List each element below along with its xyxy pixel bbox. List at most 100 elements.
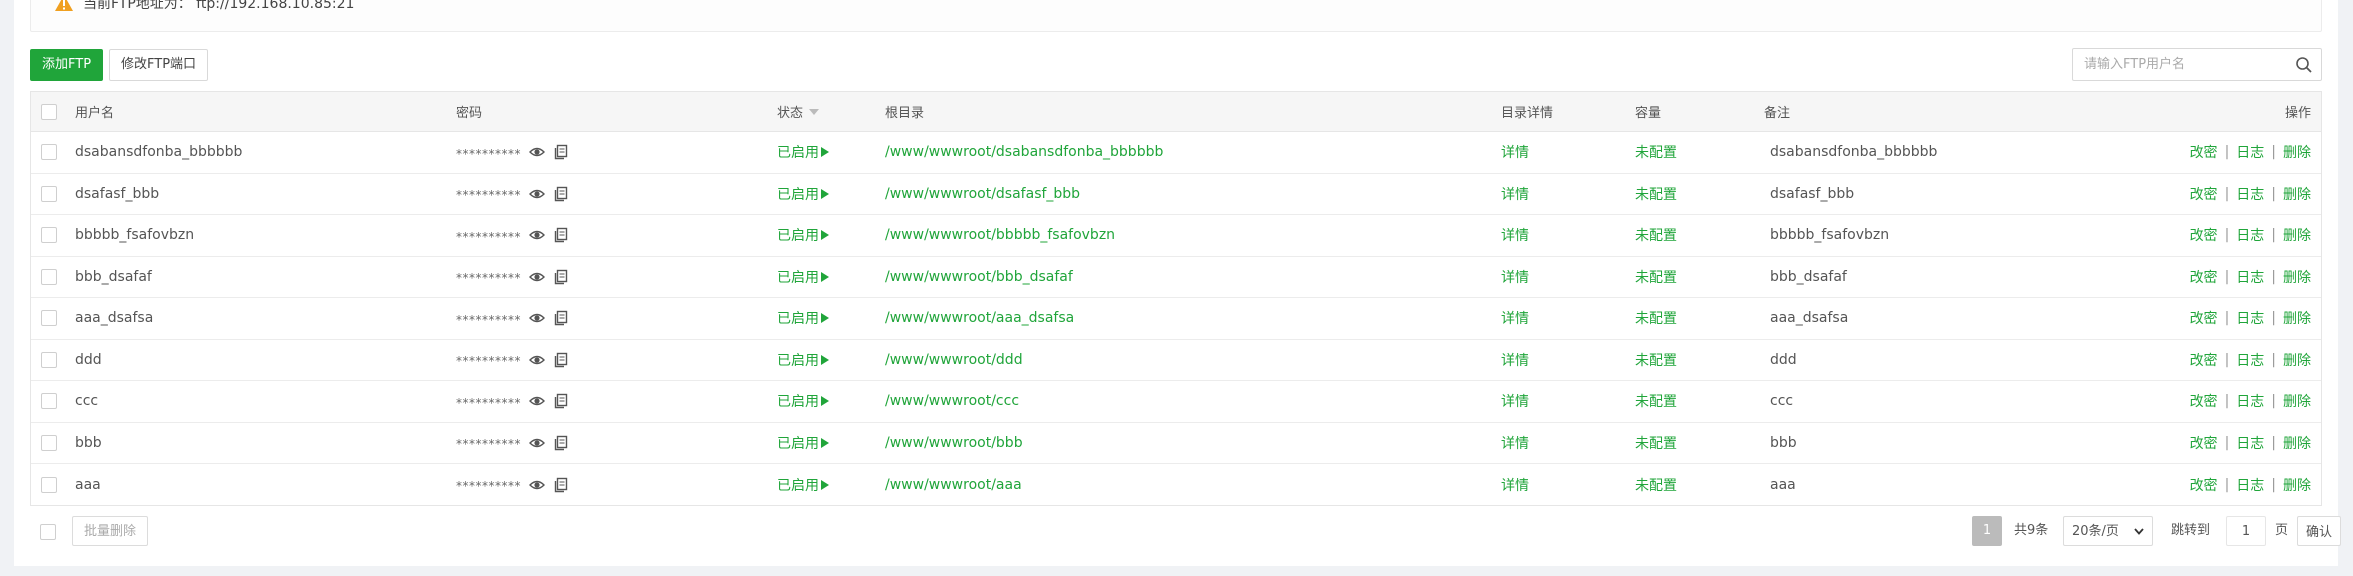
eye-icon[interactable] bbox=[529, 352, 545, 368]
goto-confirm-button[interactable]: 确认 bbox=[2297, 516, 2341, 546]
row-capacity-link[interactable]: 未配置 bbox=[1635, 298, 1677, 339]
row-capacity-link[interactable]: 未配置 bbox=[1635, 132, 1677, 173]
eye-icon[interactable] bbox=[529, 227, 545, 243]
copy-icon[interactable] bbox=[553, 227, 569, 243]
row-remark[interactable]: bbbbb_fsafovbzn bbox=[1770, 215, 1889, 256]
delete-link[interactable]: 删除 bbox=[2283, 184, 2311, 204]
delete-link[interactable]: 删除 bbox=[2283, 475, 2311, 495]
eye-icon[interactable] bbox=[529, 477, 545, 493]
row-root-link[interactable]: /www/wwwroot/bbb bbox=[885, 423, 1023, 464]
select-all-checkbox[interactable] bbox=[41, 103, 57, 120]
log-link[interactable]: 日志 bbox=[2236, 142, 2264, 162]
row-root-link[interactable]: /www/wwwroot/dsabansdfonba_bbbbbb bbox=[885, 132, 1163, 173]
copy-icon[interactable] bbox=[553, 269, 569, 285]
row-status[interactable]: 已启用 bbox=[777, 298, 829, 339]
row-detail-link[interactable]: 详情 bbox=[1501, 132, 1529, 173]
row-capacity-link[interactable]: 未配置 bbox=[1635, 257, 1677, 298]
delete-link[interactable]: 删除 bbox=[2283, 308, 2311, 328]
row-checkbox[interactable] bbox=[41, 434, 57, 451]
row-remark[interactable]: aaa bbox=[1770, 464, 1796, 506]
row-root-link[interactable]: /www/wwwroot/dsafasf_bbb bbox=[885, 174, 1080, 215]
row-status[interactable]: 已启用 bbox=[777, 340, 829, 381]
row-remark[interactable]: dsafasf_bbb bbox=[1770, 174, 1854, 215]
log-link[interactable]: 日志 bbox=[2236, 433, 2264, 453]
log-link[interactable]: 日志 bbox=[2236, 350, 2264, 370]
change-password-link[interactable]: 改密 bbox=[2190, 184, 2218, 204]
change-password-link[interactable]: 改密 bbox=[2190, 267, 2218, 287]
change-password-link[interactable]: 改密 bbox=[2190, 433, 2218, 453]
row-checkbox[interactable] bbox=[41, 476, 57, 493]
row-capacity-link[interactable]: 未配置 bbox=[1635, 215, 1677, 256]
ftp-search-input[interactable] bbox=[2073, 49, 2283, 80]
change-password-link[interactable]: 改密 bbox=[2190, 308, 2218, 328]
delete-link[interactable]: 删除 bbox=[2283, 350, 2311, 370]
eye-icon[interactable] bbox=[529, 186, 545, 202]
row-detail-link[interactable]: 详情 bbox=[1501, 340, 1529, 381]
row-detail-link[interactable]: 详情 bbox=[1501, 174, 1529, 215]
row-remark[interactable]: bbb bbox=[1770, 423, 1797, 464]
row-status[interactable]: 已启用 bbox=[777, 381, 829, 422]
row-capacity-link[interactable]: 未配置 bbox=[1635, 381, 1677, 422]
log-link[interactable]: 日志 bbox=[2236, 267, 2264, 287]
log-link[interactable]: 日志 bbox=[2236, 391, 2264, 411]
row-status[interactable]: 已启用 bbox=[777, 174, 829, 215]
copy-icon[interactable] bbox=[553, 435, 569, 451]
row-remark[interactable]: bbb_dsafaf bbox=[1770, 257, 1847, 298]
row-root-link[interactable]: /www/wwwroot/ccc bbox=[885, 381, 1019, 422]
row-checkbox[interactable] bbox=[41, 393, 57, 410]
eye-icon[interactable] bbox=[529, 269, 545, 285]
header-status[interactable]: 状态 bbox=[777, 92, 820, 131]
search-icon[interactable] bbox=[2295, 56, 2313, 74]
eye-icon[interactable] bbox=[529, 435, 545, 451]
row-remark[interactable]: dsabansdfonba_bbbbbb bbox=[1770, 132, 1937, 173]
row-status[interactable]: 已启用 bbox=[777, 464, 829, 506]
delete-link[interactable]: 删除 bbox=[2283, 225, 2311, 245]
change-password-link[interactable]: 改密 bbox=[2190, 225, 2218, 245]
row-capacity-link[interactable]: 未配置 bbox=[1635, 340, 1677, 381]
log-link[interactable]: 日志 bbox=[2236, 308, 2264, 328]
row-root-link[interactable]: /www/wwwroot/bbbbb_fsafovbzn bbox=[885, 215, 1115, 256]
copy-icon[interactable] bbox=[553, 393, 569, 409]
eye-icon[interactable] bbox=[529, 144, 545, 160]
row-detail-link[interactable]: 详情 bbox=[1501, 464, 1529, 506]
pagination-current-page[interactable]: 1 bbox=[1972, 516, 2002, 546]
footer-select-all-checkbox[interactable] bbox=[40, 524, 56, 540]
per-page-select[interactable]: 20条/页 bbox=[2063, 516, 2153, 546]
batch-delete-button[interactable]: 批量删除 bbox=[72, 516, 149, 546]
change-password-link[interactable]: 改密 bbox=[2190, 142, 2218, 162]
row-capacity-link[interactable]: 未配置 bbox=[1635, 423, 1677, 464]
eye-icon[interactable] bbox=[529, 393, 545, 409]
row-capacity-link[interactable]: 未配置 bbox=[1635, 464, 1677, 506]
copy-icon[interactable] bbox=[553, 310, 569, 326]
row-root-link[interactable]: /www/wwwroot/bbb_dsafaf bbox=[885, 257, 1073, 298]
row-detail-link[interactable]: 详情 bbox=[1501, 381, 1529, 422]
row-status[interactable]: 已启用 bbox=[777, 215, 829, 256]
row-detail-link[interactable]: 详情 bbox=[1501, 215, 1529, 256]
change-password-link[interactable]: 改密 bbox=[2190, 391, 2218, 411]
copy-icon[interactable] bbox=[553, 186, 569, 202]
row-checkbox[interactable] bbox=[41, 310, 57, 327]
log-link[interactable]: 日志 bbox=[2236, 225, 2264, 245]
row-capacity-link[interactable]: 未配置 bbox=[1635, 174, 1677, 215]
row-checkbox[interactable] bbox=[41, 351, 57, 368]
delete-link[interactable]: 删除 bbox=[2283, 433, 2311, 453]
row-remark[interactable]: ddd bbox=[1770, 340, 1797, 381]
change-password-link[interactable]: 改密 bbox=[2190, 350, 2218, 370]
row-remark[interactable]: ccc bbox=[1770, 381, 1793, 422]
row-root-link[interactable]: /www/wwwroot/ddd bbox=[885, 340, 1023, 381]
row-status[interactable]: 已启用 bbox=[777, 132, 829, 173]
change-password-link[interactable]: 改密 bbox=[2190, 475, 2218, 495]
row-detail-link[interactable]: 详情 bbox=[1501, 298, 1529, 339]
delete-link[interactable]: 删除 bbox=[2283, 142, 2311, 162]
row-checkbox[interactable] bbox=[41, 144, 57, 161]
row-checkbox[interactable] bbox=[41, 268, 57, 285]
delete-link[interactable]: 删除 bbox=[2283, 267, 2311, 287]
delete-link[interactable]: 删除 bbox=[2283, 391, 2311, 411]
goto-page-input[interactable]: 1 bbox=[2226, 516, 2266, 546]
eye-icon[interactable] bbox=[529, 310, 545, 326]
row-checkbox[interactable] bbox=[41, 185, 57, 202]
change-ftp-port-button[interactable]: 修改FTP端口 bbox=[109, 49, 209, 81]
add-ftp-button[interactable]: 添加FTP bbox=[30, 49, 104, 81]
log-link[interactable]: 日志 bbox=[2236, 184, 2264, 204]
row-checkbox[interactable] bbox=[41, 227, 57, 244]
